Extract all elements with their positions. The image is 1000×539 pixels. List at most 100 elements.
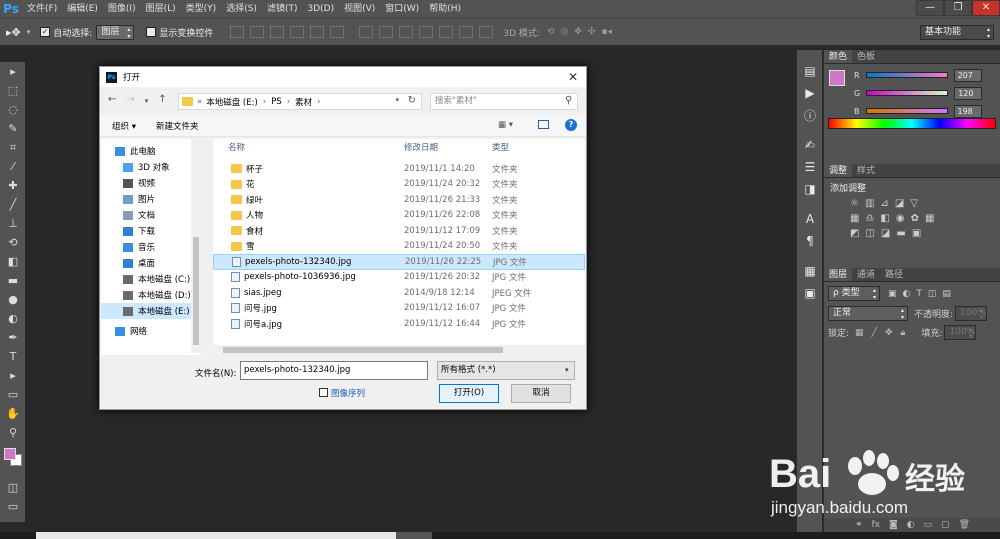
file-row[interactable]: 食材 2019/11/12 17:09 文件夹 [213, 223, 585, 239]
menu-item-4[interactable]: 类型(Y) [181, 0, 222, 18]
search-input[interactable]: 搜索"素材" [430, 93, 578, 110]
move-tool-icon[interactable]: ▸ [0, 62, 26, 81]
auto-align-icon[interactable] [479, 26, 494, 38]
filter-smart-icon[interactable]: ▤ [942, 289, 951, 299]
g-slider[interactable] [866, 90, 949, 96]
lock-pixels-icon[interactable]: ▦ [855, 328, 864, 338]
filename-input[interactable]: pexels-photo-132340.jpg [240, 361, 428, 380]
new-folder-button[interactable]: 新建文件夹 [156, 120, 199, 132]
color-spectrum-bar[interactable] [828, 118, 996, 129]
view-options-icon[interactable]: ▦ ▾ [498, 120, 513, 130]
align-hcenter-icon[interactable] [310, 26, 325, 38]
threshold-icon[interactable]: ◪ [881, 228, 890, 239]
lasso-tool-icon[interactable]: ◌ [0, 100, 26, 119]
dodge-tool-icon[interactable]: ◐ [0, 309, 26, 328]
column-date[interactable]: 修改日期 [404, 141, 492, 153]
refresh-icon[interactable]: ↻ [408, 95, 416, 106]
file-row[interactable]: 人物 2019/11/26 22:08 文件夹 [213, 208, 585, 224]
close-button[interactable]: ✕ [972, 0, 1000, 16]
history-chevron-icon[interactable]: ▾ [145, 94, 149, 108]
nav-item[interactable]: 网络 [101, 323, 201, 339]
preview-pane-icon[interactable] [538, 120, 549, 129]
history-brush-tool-icon[interactable]: ⟲ [0, 233, 26, 252]
file-row[interactable]: 花 2019/11/24 20:32 文件夹 [213, 177, 585, 193]
hscrollbar-thumb[interactable] [223, 347, 503, 353]
notes-panel-icon[interactable]: ▦ [797, 260, 823, 282]
align-left-icon[interactable] [290, 26, 305, 38]
auto-select-dropdown[interactable]: 图层 [96, 24, 135, 40]
brush-tool-icon[interactable]: ╱ [0, 195, 26, 214]
open-button[interactable]: 打开(O) [439, 384, 499, 403]
image-sequence-checkbox[interactable] [319, 388, 328, 397]
menu-item-7[interactable]: 3D(D) [302, 0, 339, 18]
gradient-map-icon[interactable]: ▬ [896, 228, 905, 239]
marquee-tool-icon[interactable]: ⬚ [0, 81, 26, 100]
file-list-hscrollbar[interactable] [213, 345, 585, 355]
3d-pan-icon[interactable]: ✥ [574, 27, 582, 37]
tab-channels[interactable]: 通道 [852, 268, 880, 281]
timeline-panel-icon[interactable]: ▣ [797, 282, 823, 304]
nav-item[interactable]: 3D 对象 [101, 159, 201, 175]
align-bottom-icon[interactable] [270, 26, 285, 38]
minimize-button[interactable]: — [916, 0, 944, 16]
selective-color-icon[interactable]: ▣ [912, 228, 921, 239]
filter-shape-icon[interactable]: ◫ [928, 289, 937, 299]
hand-tool-icon[interactable]: ✋ [0, 404, 26, 423]
distribute-top-icon[interactable] [359, 26, 374, 38]
exposure-icon[interactable]: ◪ [895, 198, 904, 209]
tab-layers[interactable]: 图层 [824, 268, 853, 281]
character-panel-icon[interactable]: A [797, 208, 823, 230]
file-row[interactable]: pexels-photo-1036936.jpg 2019/11/26 20:32… [213, 270, 585, 286]
forward-arrow-icon[interactable]: → [126, 94, 134, 108]
distribute-right-icon[interactable] [459, 26, 474, 38]
dialog-close-icon[interactable]: ✕ [568, 70, 578, 84]
g-value-field[interactable]: 120 [954, 86, 983, 100]
up-arrow-icon[interactable]: ↑ [158, 94, 166, 108]
tab-styles[interactable]: 样式 [852, 164, 880, 177]
tab-adjustments[interactable]: 调整 [824, 164, 853, 177]
menu-item-3[interactable]: 图层(L) [141, 0, 181, 18]
menu-item-1[interactable]: 编辑(E) [62, 0, 103, 18]
menu-item-0[interactable]: 文件(F) [22, 0, 62, 18]
back-arrow-icon[interactable]: ← [108, 94, 116, 108]
zoom-tool-icon[interactable]: ⚲ [0, 423, 26, 442]
3d-slide-icon[interactable]: ✣ [588, 27, 596, 37]
fill-field[interactable]: 100% [944, 325, 977, 340]
healing-tool-icon[interactable]: ✚ [0, 176, 26, 195]
file-row[interactable]: sias.jpeg 2014/9/18 12:14 JPEG 文件 [213, 285, 585, 301]
filter-type-icon[interactable]: T [916, 289, 922, 299]
move-tool-icon[interactable]: ▸✥ [6, 26, 21, 39]
column-name[interactable]: 名称 [213, 141, 404, 153]
quick-mask-icon[interactable]: ◫ [0, 478, 26, 497]
lock-all-icon[interactable]: 🔒︎ [901, 328, 906, 338]
breadcrumb-ps[interactable]: PS [271, 97, 282, 107]
3d-roll-icon[interactable]: ◎ [560, 27, 568, 37]
lock-paint-icon[interactable]: ╱ [872, 328, 877, 338]
file-row[interactable]: 问号.jpg 2019/11/12 16:07 JPG 文件 [213, 301, 585, 317]
lock-move-icon[interactable]: ✥ [885, 328, 893, 338]
filter-pixel-icon[interactable]: ▣ [888, 289, 897, 299]
bw-icon[interactable]: ◧ [880, 213, 889, 224]
opacity-field[interactable]: 100% [955, 306, 988, 321]
tab-paths[interactable]: 路径 [880, 268, 908, 281]
file-row[interactable]: 绿叶 2019/11/26 21:33 文件夹 [213, 192, 585, 208]
nav-item[interactable]: 此电脑 [101, 143, 201, 159]
column-type[interactable]: 类型 [492, 141, 572, 153]
organize-button[interactable]: 组织 ▾ [112, 120, 136, 132]
nav-item[interactable]: 视频 [101, 175, 201, 191]
eraser-tool-icon[interactable]: ◧ [0, 252, 26, 271]
layer-kind-filter[interactable]: ρ 类型 [828, 286, 880, 301]
menu-item-6[interactable]: 滤镜(T) [262, 0, 303, 18]
nav-scrollbar-thumb[interactable] [193, 237, 199, 345]
posterize-icon[interactable]: ◫ [865, 228, 874, 239]
pen-tool-icon[interactable]: ✒ [0, 328, 26, 347]
align-top-icon[interactable] [230, 26, 245, 38]
help-icon[interactable]: ? [565, 119, 577, 131]
shape-tool-icon[interactable]: ▭ [0, 385, 26, 404]
quick-select-tool-icon[interactable]: ✎ [0, 119, 26, 138]
tab-swatches[interactable]: 色板 [852, 50, 880, 63]
filter-adjust-icon[interactable]: ◐ [903, 289, 911, 299]
menu-item-8[interactable]: 视图(V) [339, 0, 380, 18]
align-vcenter-icon[interactable] [250, 26, 265, 38]
r-slider[interactable] [865, 72, 948, 78]
